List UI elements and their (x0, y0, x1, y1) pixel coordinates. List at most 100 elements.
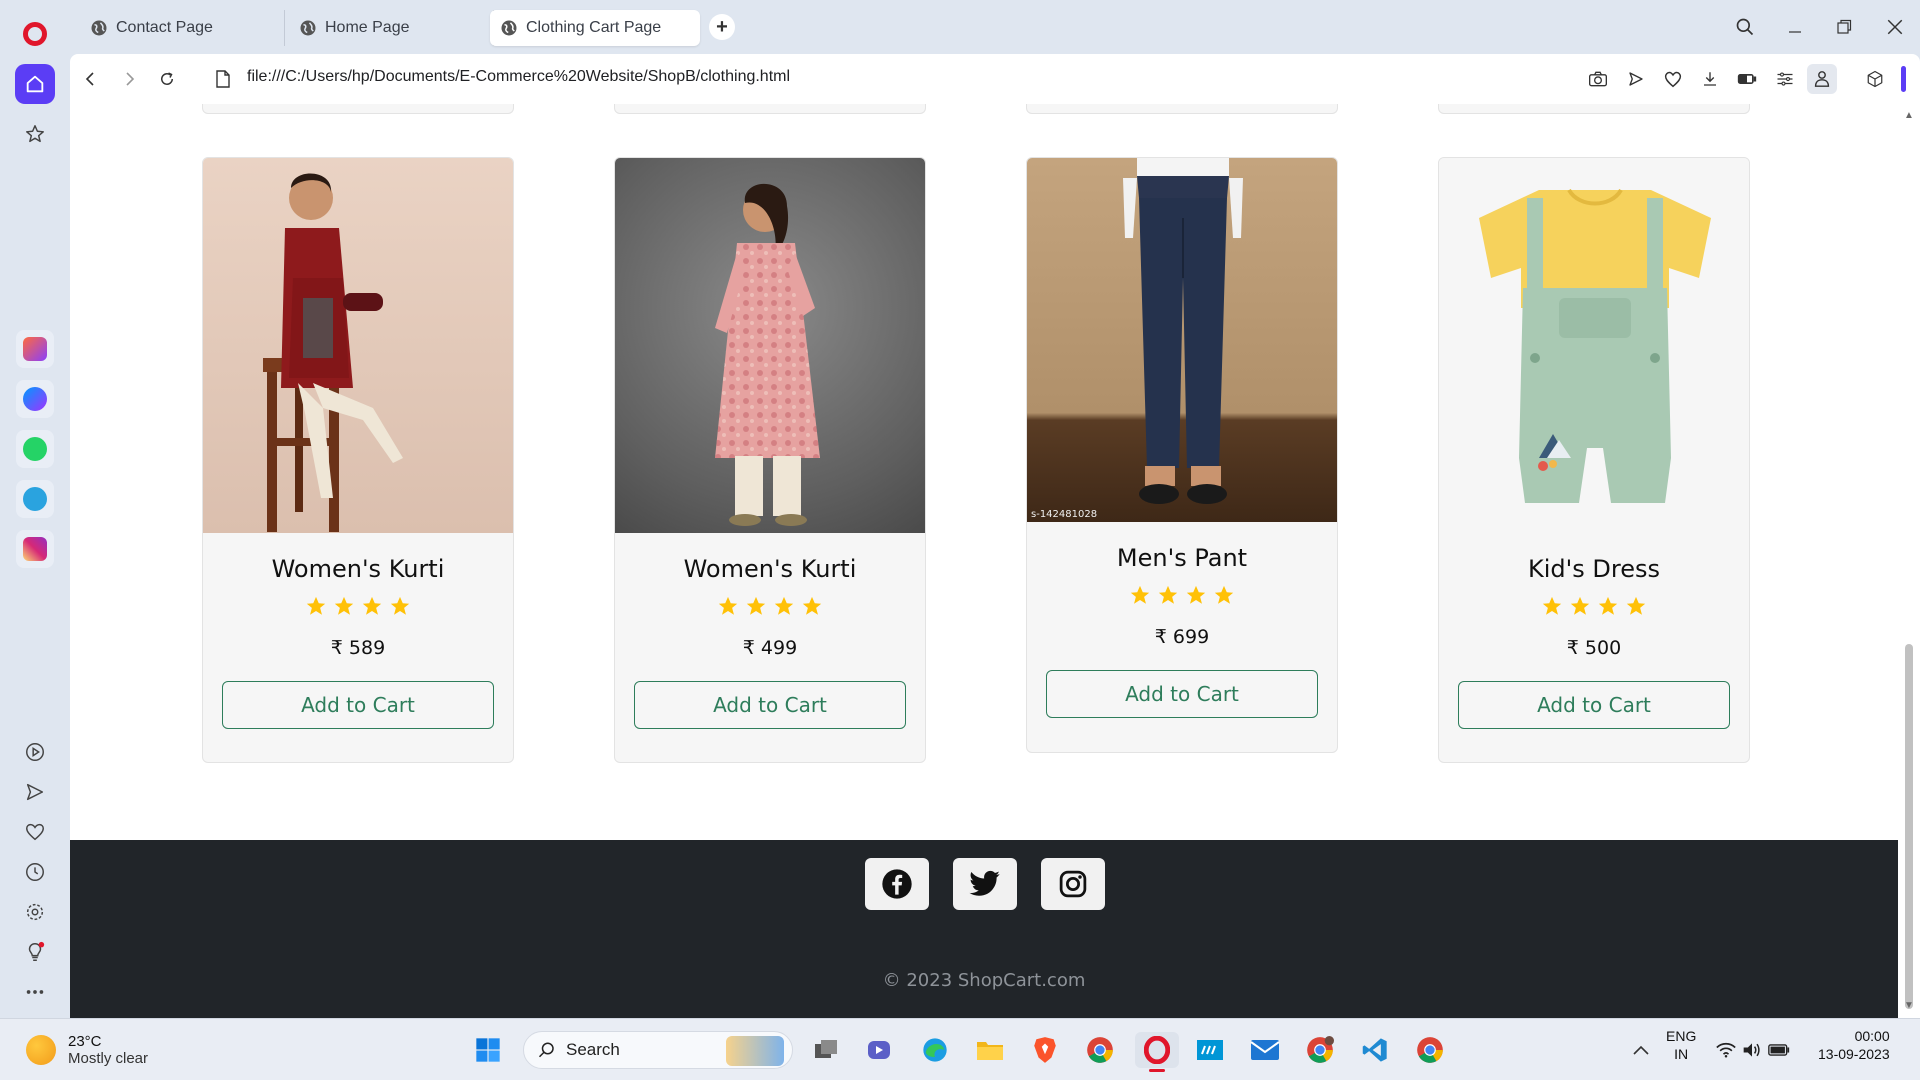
clock-time: 00:00 (1854, 1028, 1890, 1044)
language-code: ENG (1666, 1028, 1697, 1044)
messenger-icon[interactable] (16, 380, 54, 418)
address-bar: file:///C:/Users/hp/Documents/E-Commerce… (70, 54, 1920, 104)
brave-browser-icon[interactable] (1027, 1032, 1063, 1068)
globe-icon (91, 20, 107, 36)
forward-icon[interactable] (114, 64, 144, 94)
pink-kurti-photo-icon (615, 158, 925, 533)
tab-contact-page[interactable]: Contact Page (80, 10, 285, 46)
tab-label: Contact Page (116, 19, 213, 36)
task-view-icon[interactable] (808, 1032, 844, 1068)
instagram-sidebar-icon[interactable] (16, 530, 54, 568)
instagram-icon[interactable] (1041, 858, 1105, 910)
opera-logo-icon[interactable] (15, 14, 55, 54)
scrollbar-thumb[interactable] (1905, 644, 1913, 1009)
globe-icon (300, 20, 316, 36)
profile-icon[interactable] (1807, 64, 1837, 94)
product-card: Women's Kurti ₹ 499 Add to Cart (614, 157, 926, 763)
heart-icon[interactable] (20, 817, 50, 847)
opera-sidebar (0, 0, 70, 1018)
sidebar-toggle-indicator[interactable] (1901, 66, 1906, 92)
extensions-cube-icon[interactable] (1860, 64, 1890, 94)
lightbulb-tips-icon[interactable] (20, 937, 50, 967)
star-icon (1570, 596, 1590, 615)
product-price: ₹ 500 (1566, 637, 1622, 659)
star-icon (774, 596, 794, 615)
file-page-icon (208, 64, 238, 94)
file-explorer-icon[interactable] (972, 1032, 1008, 1068)
easy-setup-icon[interactable] (1770, 64, 1800, 94)
previous-row-card (614, 104, 926, 114)
snapshot-camera-icon[interactable] (1583, 64, 1613, 94)
twitter-icon[interactable] (953, 858, 1017, 910)
windows-start-icon[interactable] (470, 1032, 506, 1068)
scroll-up-arrow-icon[interactable]: ▲ (1903, 110, 1915, 122)
active-app-indicator (1149, 1069, 1165, 1072)
tab-bar: Contact Page Home Page Clothing Cart Pag… (70, 0, 1920, 54)
player-icon[interactable] (20, 737, 50, 767)
search-tabs-icon[interactable] (1727, 10, 1763, 44)
globe-icon (501, 20, 517, 36)
restore-window-icon[interactable] (1826, 10, 1862, 44)
telegram-icon[interactable] (16, 480, 54, 518)
taskbar-search[interactable]: Search (523, 1031, 793, 1069)
show-hidden-icons-chevron-up-icon[interactable] (1623, 1032, 1659, 1068)
previous-row-card (202, 104, 514, 114)
star-icon (802, 596, 822, 615)
back-icon[interactable] (76, 64, 106, 94)
clock[interactable]: 00:00 13-09-2023 (1818, 1027, 1890, 1063)
star-bookmarks-icon[interactable] (15, 114, 55, 154)
page-scrollbar[interactable]: ▲ ▼ (1898, 104, 1920, 1018)
download-icon[interactable] (1695, 64, 1725, 94)
system-tray-status[interactable] (1713, 1032, 1793, 1068)
edge-browser-icon[interactable] (917, 1032, 953, 1068)
reload-icon[interactable] (152, 64, 182, 94)
language-indicator[interactable]: ENG IN (1666, 1027, 1696, 1063)
send-to-flow-icon[interactable] (1621, 64, 1651, 94)
more-options-icon[interactable] (20, 977, 50, 1007)
weather-widget[interactable]: 23°C Mostly clear (26, 1033, 148, 1067)
kids-dungaree-photo-icon (1439, 158, 1749, 533)
add-to-cart-button[interactable]: Add to Cart (1458, 681, 1730, 729)
previous-row-card (1438, 104, 1750, 114)
clock-date: 13-09-2023 (1818, 1046, 1890, 1062)
tab-home-page[interactable]: Home Page (289, 10, 494, 46)
star-icon (718, 596, 738, 615)
opera-taskbar-icon[interactable] (1135, 1032, 1179, 1072)
battery-saver-icon[interactable] (1732, 64, 1762, 94)
whatsapp-icon[interactable] (16, 430, 54, 468)
url-field[interactable]: file:///C:/Users/hp/Documents/E-Commerce… (247, 68, 790, 86)
add-to-cart-button[interactable]: Add to Cart (222, 681, 494, 729)
region-code: IN (1674, 1046, 1689, 1062)
add-to-cart-button[interactable]: Add to Cart (634, 681, 906, 729)
minimize-icon[interactable] (1777, 10, 1813, 44)
chrome-profile-icon[interactable] (1302, 1032, 1338, 1068)
chrome-icon[interactable] (1082, 1032, 1118, 1068)
new-tab-plus-icon[interactable]: + (709, 14, 735, 40)
navy-pant-photo-icon: s-142481028 (1027, 158, 1337, 522)
vscode-icon[interactable] (1357, 1032, 1393, 1068)
add-to-cart-button[interactable]: Add to Cart (1046, 670, 1318, 718)
product-price: ₹ 499 (742, 637, 798, 659)
send-flow-icon[interactable] (20, 777, 50, 807)
bookmark-heart-icon[interactable] (1658, 64, 1688, 94)
history-icon[interactable] (20, 857, 50, 887)
mail-icon[interactable] (1247, 1032, 1283, 1068)
aria-app-icon[interactable] (16, 330, 54, 368)
close-window-icon[interactable] (1877, 10, 1913, 44)
search-highlight-icon (726, 1036, 784, 1066)
volume-icon (1743, 1043, 1760, 1057)
product-title: Women's Kurti (683, 555, 857, 583)
chrome-second-icon[interactable] (1412, 1032, 1448, 1068)
rating-stars (1027, 584, 1337, 610)
facebook-icon[interactable] (865, 858, 929, 910)
tab-label: Clothing Cart Page (526, 19, 662, 36)
scroll-down-arrow-icon[interactable]: ▼ (1903, 1000, 1915, 1012)
teams-chat-icon[interactable] (862, 1032, 898, 1068)
star-icon (1542, 596, 1562, 615)
product-title: Women's Kurti (271, 555, 445, 583)
star-icon (1598, 596, 1618, 615)
settings-gear-icon[interactable] (20, 897, 50, 927)
home-icon[interactable] (15, 64, 55, 104)
myhp-icon[interactable] (1192, 1032, 1228, 1068)
tab-clothing-cart-page[interactable]: Clothing Cart Page (490, 10, 700, 46)
